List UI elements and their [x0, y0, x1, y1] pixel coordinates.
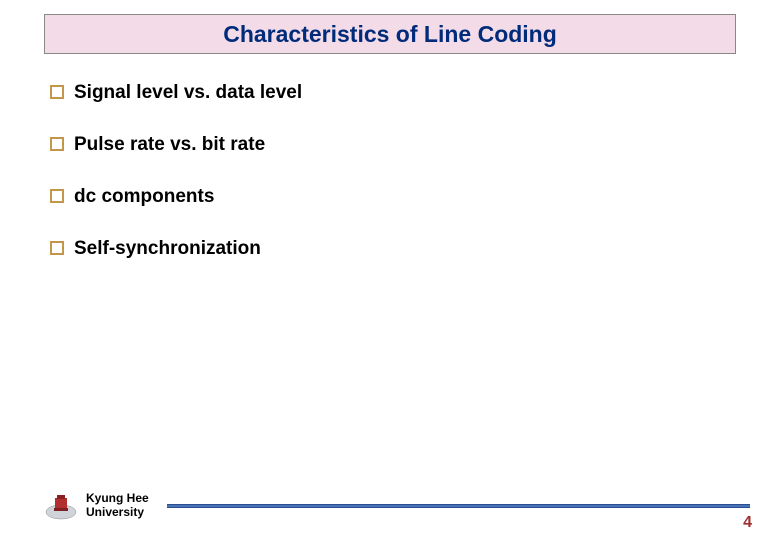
bullet-text: Signal level vs. data level [74, 82, 302, 104]
list-item: Signal level vs. data level [50, 82, 736, 104]
list-item: Pulse rate vs. bit rate [50, 134, 736, 156]
list-item: dc components [50, 186, 736, 208]
bullet-text: Self-synchronization [74, 238, 261, 260]
university-name-line1: Kyung Hee [86, 492, 149, 506]
university-name: Kyung Hee University [86, 492, 149, 520]
square-bullet-icon [50, 85, 64, 99]
title-bar: Characteristics of Line Coding [44, 14, 736, 54]
footer: Kyung Hee University [44, 492, 750, 520]
square-bullet-icon [50, 241, 64, 255]
university-name-line2: University [86, 506, 149, 520]
square-bullet-icon [50, 137, 64, 151]
page-number: 4 [743, 514, 752, 532]
bullet-text: Pulse rate vs. bit rate [74, 134, 265, 156]
slide-title: Characteristics of Line Coding [45, 21, 735, 48]
bullet-text: dc components [74, 186, 214, 208]
slide: Characteristics of Line Coding Signal le… [0, 0, 780, 540]
list-item: Self-synchronization [50, 238, 736, 260]
footer-divider [167, 504, 750, 508]
university-logo-icon [44, 492, 78, 520]
bullet-list: Signal level vs. data level Pulse rate v… [44, 82, 736, 260]
square-bullet-icon [50, 189, 64, 203]
